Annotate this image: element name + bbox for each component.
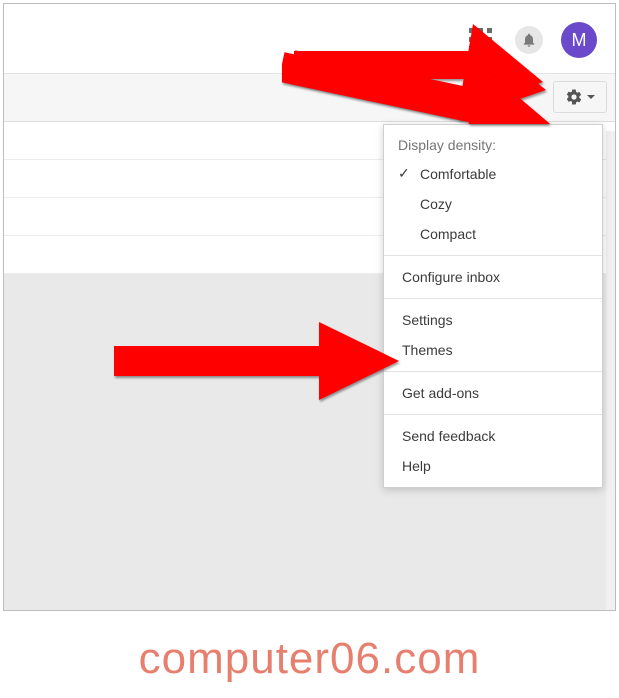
toolbar: [4, 74, 615, 122]
scrollbar[interactable]: [606, 131, 615, 610]
menu-separator: [384, 298, 602, 299]
avatar-letter: M: [572, 30, 587, 51]
watermark-text: computer06.com: [139, 634, 481, 683]
notifications-icon[interactable]: [515, 26, 543, 54]
menu-item-compact[interactable]: Compact: [384, 219, 602, 249]
app-frame: M Display density: Comfortable Cozy Comp…: [3, 3, 616, 611]
menu-item-send-feedback[interactable]: Send feedback: [384, 421, 602, 451]
avatar[interactable]: M: [561, 22, 597, 58]
menu-separator: [384, 255, 602, 256]
apps-icon[interactable]: [469, 28, 493, 52]
settings-gear-button[interactable]: [553, 81, 607, 113]
chevron-down-icon: [587, 95, 595, 99]
menu-separator: [384, 371, 602, 372]
top-bar: M: [4, 4, 615, 74]
menu-heading-density: Display density:: [384, 133, 602, 159]
menu-item-settings[interactable]: Settings: [384, 305, 602, 335]
menu-item-help[interactable]: Help: [384, 451, 602, 481]
menu-item-cozy[interactable]: Cozy: [384, 189, 602, 219]
menu-item-configure-inbox[interactable]: Configure inbox: [384, 262, 602, 292]
menu-item-comfortable[interactable]: Comfortable: [384, 159, 602, 189]
gear-icon: [565, 88, 583, 106]
menu-separator: [384, 414, 602, 415]
watermark: computer06.com: [0, 628, 619, 698]
settings-dropdown-menu: Display density: Comfortable Cozy Compac…: [383, 124, 603, 488]
menu-item-get-addons[interactable]: Get add-ons: [384, 378, 602, 408]
menu-item-themes[interactable]: Themes: [384, 335, 602, 365]
